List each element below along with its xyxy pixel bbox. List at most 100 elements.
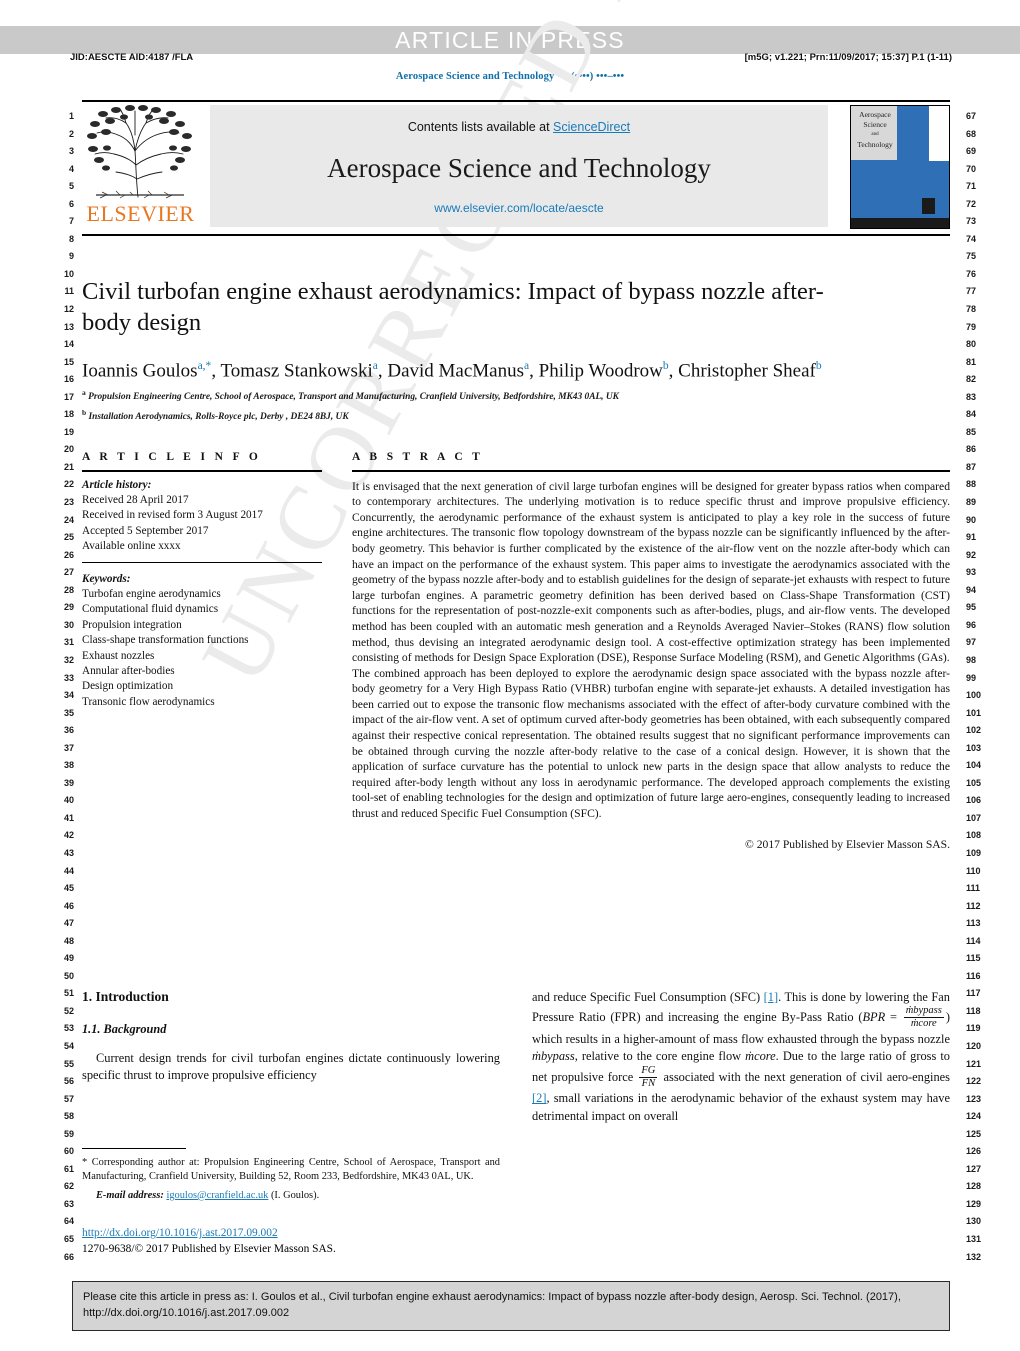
affiliation-b: b Installation Aerodynamics, Rolls-Royce… [82,408,349,423]
cover-line-3: and [871,132,879,137]
keyword-item: Transonic flow aerodynamics [82,695,215,708]
bpr-fraction: ṁbypass ṁcore [903,1005,944,1030]
elsevier-wordmark: ELSEVIER [86,201,195,226]
affiliation-mark: a [82,388,86,398]
sciencedirect-link[interactable]: ScienceDirect [553,120,630,134]
elsevier-logo: ELSEVIER [82,105,199,227]
article-info-rule-mid [82,561,322,563]
journal-homepage-link[interactable]: www.elsevier.com/locate/aescte [210,201,828,215]
cite-line-1: Please cite this article in press as: I.… [83,1291,901,1303]
line-number: 41 [63,812,74,823]
author-name: Philip Woodrow [538,360,663,382]
line-number: 52 [63,1005,74,1016]
line-number: 66 [63,1251,74,1262]
abstract-copyright: © 2017 Published by Elsevier Masson SAS. [745,837,950,851]
line-number: 55 [63,1058,74,1069]
line-number: 1 [68,111,74,121]
mdot-bypass-symbol: ṁbypass [532,1049,575,1064]
bpr-numerator: ṁbypass [903,1005,944,1018]
line-number: 14 [63,339,74,350]
line-number: 32 [63,654,74,665]
keywords-block: Keywords: Turbofan engine aerodynamics Co… [82,572,322,711]
line-number: 4 [68,163,74,174]
line-number: 23 [63,497,74,508]
section-heading-introduction: 1. Introduction [82,988,169,1004]
mdot-core-symbol: ṁcore [745,1049,776,1064]
line-number: 16 [63,374,74,385]
line-number: 7 [68,216,74,227]
line-number: 38 [63,760,74,771]
corresponding-author-footnote: * Corresponding author at: Propulsion En… [82,1148,500,1203]
journal-masthead: ELSEVIER Contents lists available at Sci… [82,100,950,236]
doi-link[interactable]: http://dx.doi.org/10.1016/j.ast.2017.09.… [82,1227,278,1239]
line-number: 12 [63,304,74,315]
subsection-heading-background: 1.1. Background [82,1021,167,1036]
article-in-press-banner: ARTICLE IN PRESS [0,26,1020,54]
line-number: 112 [966,900,981,911]
line-number: 83 [966,391,977,402]
line-number: 48 [63,935,74,946]
line-number: 84 [966,409,977,420]
author-affiliation-mark: a,* [197,360,212,372]
line-number: 123 [966,1093,982,1104]
line-number: 18 [63,409,74,420]
line-number: 50 [63,970,74,981]
keyword-item: Turbofan engine aerodynamics [82,588,221,601]
line-number: 13 [63,321,74,332]
line-number: 33 [63,672,74,683]
line-number: 65 [63,1234,74,1244]
line-number: 34 [63,690,74,701]
keyword-item: Computational fluid dynamics [82,603,219,616]
line-number: 111 [966,883,981,894]
line-number: 81 [966,356,977,367]
line-number: 68 [966,128,977,139]
line-number: 71 [966,181,977,192]
line-number: 103 [966,742,982,753]
article-in-press-label: ARTICLE IN PRESS [395,27,625,53]
line-number: 104 [966,760,982,771]
line-numbers-right: 67 68 69 70 71 72 73 74 75 76 77 78 79 80 81 82 83 84 85 86… [966,108,996,1266]
line-number: 67 [966,111,977,121]
line-number: 45 [63,883,74,894]
line-number: 80 [966,339,977,350]
line-number: 21 [63,461,74,472]
citation-ref-2[interactable]: [2] [532,1091,546,1105]
line-number: 101 [966,707,982,718]
line-number: 126 [966,1146,982,1157]
line-number: 78 [966,304,977,315]
line-number: 120 [966,1040,982,1051]
line-number: 75 [966,251,977,262]
intro-paragraph-left: Current design trends for civil turbofan… [82,1050,500,1083]
line-number: 54 [63,1040,74,1051]
cite-line-2: http://dx.doi.org/10.1016/j.ast.2017.09.… [83,1307,290,1319]
affiliation-mark: b [82,408,87,418]
line-number: 29 [63,602,74,613]
footnote-star: * [82,1157,88,1168]
line-number: 69 [966,146,977,157]
line-number: 28 [63,584,74,595]
line-number: 49 [63,953,74,964]
line-number: 99 [966,672,977,683]
journal-banner: Contents lists available at ScienceDirec… [210,105,828,227]
line-number: 47 [63,918,74,929]
line-number: 11 [64,286,74,297]
line-number: 119 [966,1023,981,1034]
citation-ref-1[interactable]: [1] [764,990,778,1004]
article-info-block: A R T I C L E I N F O Article history: R… [82,451,322,711]
line-number: 72 [966,198,977,209]
author-affiliation-mark: b [662,360,669,372]
line-number: 95 [966,602,977,613]
line-number: 97 [966,637,977,648]
line-number: 42 [63,830,74,841]
line-number: 64 [63,1216,74,1227]
abstract-paragraph: The combined approach has been deployed … [352,666,950,821]
article-info-rule-top [82,469,322,472]
cover-white-corner [929,106,949,161]
fn-denominator: FN [641,1077,656,1089]
line-number: 44 [63,865,74,876]
right-text-4: , relative to the core engine flow [574,1049,746,1064]
line-number: 100 [966,690,982,701]
line-numbers-left: 1 2 3 4 5 6 7 8 9 10 11 12 13 14 15 16 17 18 19 20 21 22 23 24 2… [44,108,74,1266]
author-email-link[interactable]: igoulos@cranfield.ac.uk [166,1190,268,1201]
line-number: 31 [63,637,74,648]
